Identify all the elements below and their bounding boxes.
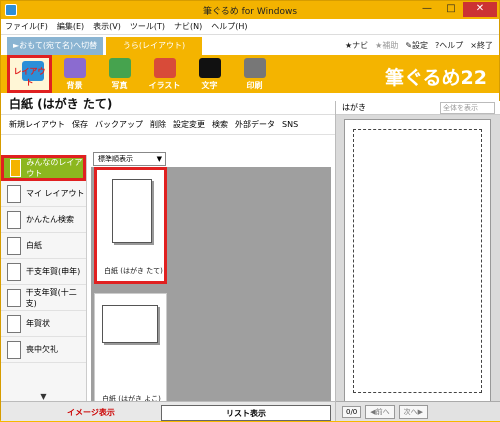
sidebar-item-blank[interactable]: 白紙	[1, 233, 86, 259]
delete-button[interactable]: 削除	[150, 119, 166, 130]
navi-button[interactable]: ★ナビ	[345, 40, 368, 51]
sidebar-item-easy-search[interactable]: かんたん検索	[1, 207, 86, 233]
main-ribbon: レイアウト 背景 写真 イラスト 文字 印刷 筆ぐるめ22	[1, 55, 499, 93]
sort-select[interactable]: 標準順表示 ▼	[93, 152, 166, 166]
photo-icon	[109, 58, 131, 78]
layout-back-tab[interactable]: うら(レイアウト)	[106, 37, 202, 55]
preview-title: はがき	[342, 103, 366, 112]
switch-front-tab[interactable]: ►おもて(宛て名)へ切替	[7, 37, 103, 55]
next-button[interactable]: 次へ▶	[398, 404, 429, 419]
layout-gallery: 白紙 (はがき たて) 白紙 (はがき よこ)	[91, 167, 331, 410]
illustration-icon	[154, 58, 176, 78]
menu-bar: ファイル(F) 編集(E) 表示(V) ツール(T) ナビ(N) ヘルプ(H)	[1, 19, 499, 35]
help-button[interactable]: ?ヘルプ	[435, 40, 463, 51]
menu-help[interactable]: ヘルプ(H)	[211, 21, 247, 32]
layout-card-vertical[interactable]: 白紙 (はがき たて)	[94, 167, 167, 284]
layout-category-sidebar: みんなのレイアウト マイ レイアウト かんたん検索 白紙 干支年賀(申年) 干支…	[1, 155, 87, 403]
horizontal-postcard-thumbnail	[102, 305, 158, 343]
page-title: 白紙 (はがき たて)	[9, 97, 113, 111]
menu-navi[interactable]: ナビ(N)	[174, 21, 202, 32]
backup-button[interactable]: バックアップ	[95, 119, 143, 130]
sidebar-item-mourning[interactable]: 喪中欠礼	[1, 337, 86, 363]
preview-header: はがき 全体を表示	[336, 101, 500, 115]
page-counter: 0/0	[342, 405, 362, 418]
prev-button[interactable]: ◀前へ	[365, 404, 395, 419]
print-guide	[353, 129, 482, 393]
folder-icon	[10, 159, 22, 177]
sidebar-item-minna-layout[interactable]: みんなのレイアウト	[1, 155, 86, 181]
view-tabs: イメージ表示 リスト表示	[1, 401, 335, 421]
postcard-preview	[344, 119, 491, 403]
settings-change-button[interactable]: 設定変更	[173, 119, 205, 130]
sidebar-item-eto-monkey[interactable]: 干支年賀(申年)	[1, 259, 86, 285]
menu-view[interactable]: 表示(V)	[93, 21, 121, 32]
external-data-button[interactable]: 外部データ	[235, 119, 275, 130]
print-icon	[244, 58, 266, 78]
ribbon-text-button[interactable]: 文字	[187, 55, 232, 93]
tab-bar: ►おもて(宛て名)へ切替 うら(レイアウト) ★ナビ ★補助 ✎設定 ?ヘルプ …	[1, 35, 499, 55]
greeting-card-icon	[7, 314, 21, 333]
maximize-button[interactable]: □	[439, 2, 463, 17]
menu-edit[interactable]: 編集(E)	[57, 21, 84, 32]
assist-button[interactable]: ★補助	[375, 40, 398, 51]
image-view-tab[interactable]: イメージ表示	[67, 405, 115, 421]
ribbon-print-button[interactable]: 印刷	[232, 55, 277, 93]
menu-tools[interactable]: ツール(T)	[130, 21, 165, 32]
exit-button[interactable]: ×終了	[470, 40, 493, 51]
folder-icon	[7, 184, 21, 203]
greeting-card-icon	[7, 262, 21, 281]
vertical-postcard-thumbnail	[112, 179, 152, 243]
title-bar: 筆ぐるめ for Windows — □ ✕	[1, 1, 499, 19]
ribbon-background-button[interactable]: 背景	[52, 55, 97, 93]
ribbon-photo-button[interactable]: 写真	[97, 55, 142, 93]
list-view-tab[interactable]: リスト表示	[161, 405, 331, 421]
save-button[interactable]: 保存	[72, 119, 88, 130]
new-layout-button[interactable]: 新規レイアウト	[9, 119, 65, 130]
sidebar-item-my-layout[interactable]: マイ レイアウト	[1, 181, 86, 207]
zoom-select[interactable]: 全体を表示	[440, 101, 495, 114]
background-icon	[64, 58, 86, 78]
search-icon	[7, 210, 21, 229]
layout-toolbar: 新規レイアウト 保存 バックアップ 削除 設定変更 検索 外部データ SNS	[1, 115, 335, 135]
greeting-card-icon	[7, 288, 21, 307]
brand-logo: 筆ぐるめ22	[384, 67, 487, 89]
menu-file[interactable]: ファイル(F)	[5, 21, 48, 32]
main-window: 筆ぐるめ for Windows — □ ✕ ファイル(F) 編集(E) 表示(…	[0, 0, 500, 421]
sidebar-item-new-year[interactable]: 年賀状	[1, 311, 86, 337]
close-button[interactable]: ✕	[463, 2, 497, 17]
minimize-button[interactable]: —	[415, 2, 439, 17]
ribbon-illustration-button[interactable]: イラスト	[142, 55, 187, 93]
greeting-card-icon	[7, 340, 21, 359]
blank-paper-icon	[7, 236, 21, 255]
layout-panel: 新規レイアウト 保存 バックアップ 削除 設定変更 検索 外部データ SNS み…	[1, 115, 335, 421]
sns-button[interactable]: SNS	[282, 120, 298, 129]
search-button[interactable]: 検索	[212, 119, 228, 130]
layout-card-horizontal[interactable]: 白紙 (はがき よこ)	[94, 293, 167, 410]
ribbon-layout-button[interactable]: レイアウト	[7, 55, 52, 93]
preview-pager: 0/0 ◀前へ 次へ▶	[336, 401, 500, 421]
text-icon	[199, 58, 221, 78]
preview-panel: はがき 全体を表示 0/0 ◀前へ 次へ▶	[335, 101, 500, 421]
sidebar-item-eto-twelve[interactable]: 干支年賀(十二支)	[1, 285, 86, 311]
settings-button[interactable]: ✎設定	[405, 40, 428, 51]
